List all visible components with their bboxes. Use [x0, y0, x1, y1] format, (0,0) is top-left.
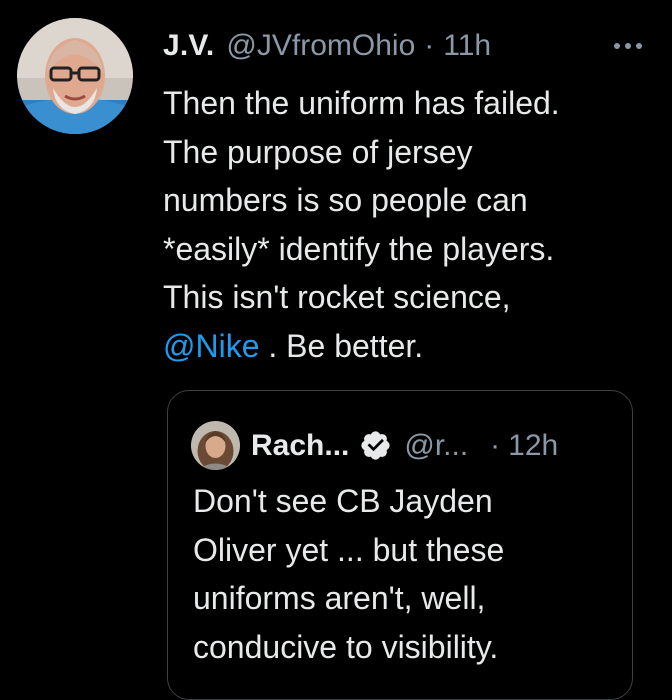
quoted-author-avatar[interactable]	[191, 421, 240, 470]
quoted-author-name[interactable]: Rach...	[251, 429, 349, 463]
tweet-text-line: This isn't rocket science,	[163, 279, 511, 315]
tweet-timestamp[interactable]: 11h	[443, 29, 491, 63]
quoted-text-line: Oliver yet ... but these	[193, 531, 505, 568]
quoted-tweet-header: Rach... @r... · 12h	[251, 421, 612, 470]
more-icon[interactable]	[614, 26, 642, 66]
quoted-tweet[interactable]: Rach... @r... · 12h Don't see CB Jayden …	[167, 390, 633, 700]
tweet-text-line: Then the uniform has failed.	[163, 85, 560, 121]
author-handle[interactable]: @JVfromOhio	[226, 29, 415, 63]
quoted-text-line: Don't see CB Jayden	[193, 483, 493, 519]
quoted-text-line: uniforms aren't, well,	[193, 580, 486, 616]
quoted-author-handle[interactable]: @r...	[404, 429, 468, 463]
quoted-tweet-timestamp[interactable]: 12h	[508, 429, 558, 463]
tweet-text-last-line: @Nike . Be better.	[163, 322, 653, 371]
tweet-text-line: numbers is so people can	[163, 182, 528, 218]
quoted-tweet-text: Don't see CB Jayden Oliver yet ... but t…	[193, 477, 623, 671]
author-avatar[interactable]	[17, 18, 133, 134]
quoted-text-line: conducive to visibility.	[193, 628, 499, 665]
verified-badge-icon	[361, 431, 390, 460]
tweet-header: J.V. @JVfromOhio · 11h	[163, 26, 642, 66]
quoted-separator-dot: ·	[490, 428, 501, 462]
author-name[interactable]: J.V.	[163, 29, 214, 63]
tweet-text-line: *easily* identify the players.	[163, 230, 555, 267]
separator-dot: ·	[424, 29, 435, 62]
tweet-text: Then the uniform has failed. The purpose…	[163, 79, 653, 370]
mention-link[interactable]: @Nike	[163, 328, 260, 364]
tweet-text-line: The purpose of jersey	[163, 133, 473, 170]
tweet-text-tail: . Be better.	[259, 327, 424, 364]
